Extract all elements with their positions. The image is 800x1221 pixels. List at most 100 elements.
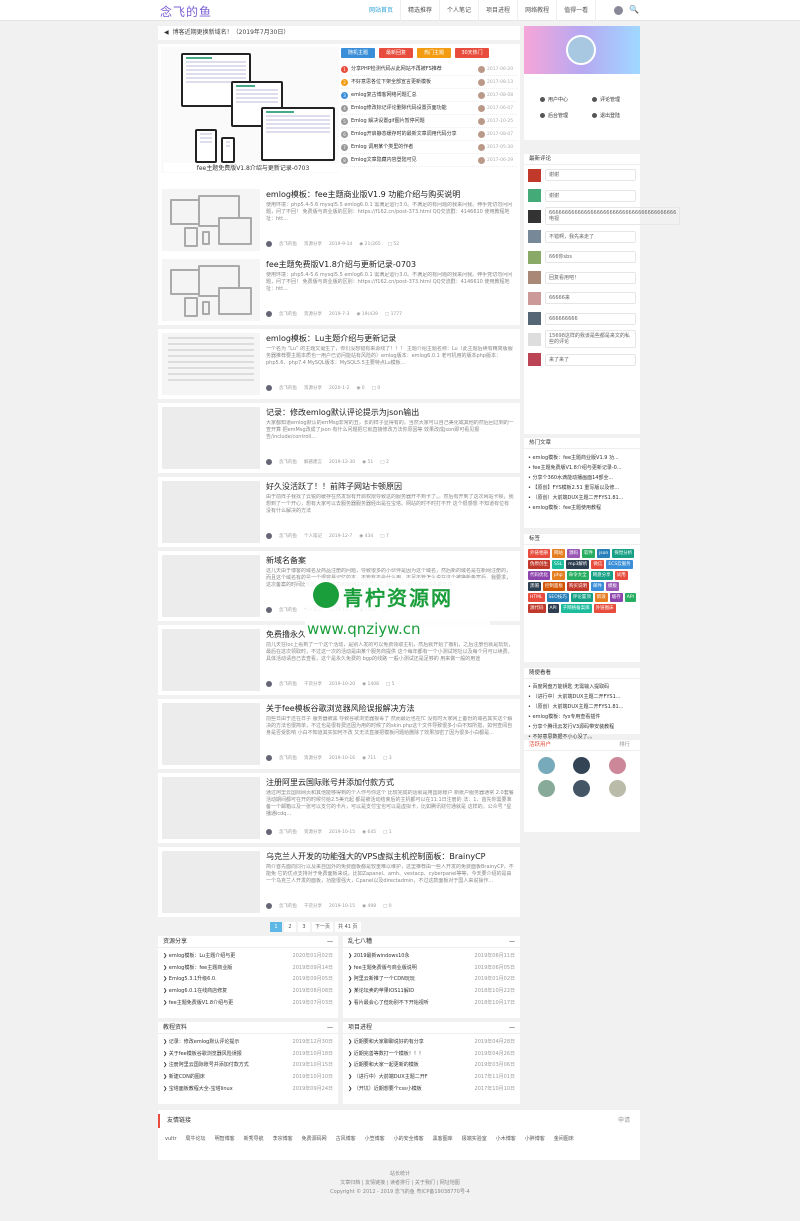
box-row[interactable]: ❯ 宝塔面板教程大全-宝塔linux 2019年09月24日	[158, 1084, 338, 1096]
post-category[interactable]: 干货分享	[304, 903, 322, 909]
comment-item[interactable]: 15698这样的我该是些都是来文的私些的评论	[524, 329, 640, 350]
comment-text[interactable]: 来了来了	[545, 353, 636, 366]
row-title[interactable]: ❯ 近期要和大家一起更新的模板	[348, 1060, 419, 1072]
tag[interactable]: 外链图床	[593, 604, 616, 613]
post-title[interactable]: 记录：修改emlog默认评论提示为json输出	[266, 407, 419, 418]
row-title[interactable]: ❯ 新建CDN的图床	[163, 1072, 205, 1084]
tag[interactable]: 代码优化	[528, 571, 550, 580]
friend-link[interactable]: 小胖博客	[525, 1134, 545, 1145]
post-title[interactable]: 关于fee模板谷歌浏览器风险误报解决方法	[266, 703, 415, 714]
post-title[interactable]: fee主题免费版V1.8介绍与更新记录-0703	[266, 259, 416, 270]
box-row[interactable]: ❯ 近期完善等数打一个模板！！！ 2019年04月26日	[343, 1049, 520, 1061]
comment-text[interactable]: 回复看用吧！	[545, 271, 636, 284]
friend-link[interactable]: 黑客图库	[433, 1134, 453, 1145]
box-row[interactable]: ❯ emlog模板：fee主题商业版 2019年09月14日	[158, 963, 338, 975]
row-title[interactable]: ❯ Emlog5.3.1升级6.0.	[163, 974, 217, 986]
post-thumbnail[interactable]	[162, 851, 260, 913]
box-row[interactable]: ❯ fee主题免费版与商业版说明 2019年06月05日	[343, 963, 520, 975]
comment-item[interactable]: 不错啊，我先来走了	[524, 227, 640, 248]
post-title[interactable]: 新域名备案	[266, 555, 306, 566]
row-title[interactable]: ❯ 近期完善等数打一个模板！！！	[348, 1049, 424, 1061]
row-title[interactable]: ❯ 记录：修改emlog默认评论提示	[163, 1037, 239, 1049]
row-title[interactable]: ❯ （开坑）近期想要个css小模板	[348, 1084, 422, 1096]
hero-list-item[interactable]: 4 Emlog修改标记评论删除代码设置页面功能 2017-06-07	[341, 102, 517, 115]
random-post-link[interactable]: • （原创）大前端DUX主题二开FYS1.81...	[524, 702, 640, 712]
tag[interactable]: 购买说明	[567, 582, 589, 591]
tag[interactable]: mp3解析	[566, 560, 590, 569]
box-row[interactable]: ❯ 某论坛卖的苹果IOS11解ID 2018年10月22日	[343, 986, 520, 998]
menu-item[interactable]: 网络教程	[518, 0, 558, 21]
notice-text[interactable]: 博客近期更换新域名！（2019年7月30日）	[173, 29, 290, 36]
box-row[interactable]: ❯ 2019最新windows10永 2019年06月11日	[343, 951, 520, 963]
row-title[interactable]: ❯ （进行中）大前端DUX主题二开F	[348, 1072, 428, 1084]
tag[interactable]: 外链相册	[528, 549, 550, 558]
post-thumbnail[interactable]	[162, 481, 260, 543]
page-link[interactable]: 3	[298, 922, 310, 932]
comment-text[interactable]: 666666666	[545, 312, 636, 325]
user-center-link[interactable]: 用户中心	[540, 96, 568, 103]
comment-text[interactable]: 15698这样的我该是些都是来文的私些的评论	[545, 330, 636, 349]
user-avatar[interactable]	[573, 757, 591, 774]
tag[interactable]: 网盘分享	[590, 571, 613, 580]
tag[interactable]: API	[624, 593, 636, 602]
hero-tab[interactable]: 30天热门	[455, 48, 489, 58]
site-logo[interactable]: 念飞的鱼	[160, 3, 212, 20]
comment-item[interactable]: 66666来	[524, 288, 640, 309]
row-title[interactable]: ❯ emlog6.0.1在线商店修复	[163, 986, 227, 998]
page-link[interactable]: 1	[270, 922, 282, 932]
tag[interactable]: 缓存	[609, 593, 623, 602]
hero-list-item[interactable]: 6 Emlog开启静态缓存时的最新文章调用代码分享 2017-08-07	[341, 128, 517, 141]
post-thumbnail[interactable]	[162, 333, 260, 395]
comment-text[interactable]: 不错啊，我先来走了	[545, 230, 636, 243]
post-title[interactable]: 注册阿里云国际账号并添加付款方式	[266, 777, 394, 788]
item-title[interactable]: 不好意思各位下架全部宣言更新模板	[351, 76, 476, 89]
user-avatar-large[interactable]	[566, 35, 596, 65]
random-post-link[interactable]: • （进行中）大前端DUX主题二开FYS1...	[524, 692, 640, 702]
box-more[interactable]: —	[509, 1022, 515, 1033]
logout-link[interactable]: 退出登陆	[592, 112, 620, 119]
menu-item[interactable]: 网站首页	[362, 0, 402, 21]
comment-item[interactable]: 谢谢	[524, 186, 640, 207]
tag[interactable]: HTML	[528, 593, 545, 602]
hero-list-item[interactable]: 2 不好意思各位下架全部宣言更新模板 2017-08-13	[341, 76, 517, 89]
post-author[interactable]: 念飞的鱼	[279, 311, 297, 317]
post-author[interactable]: 念飞的鱼	[279, 903, 297, 909]
post-author[interactable]: 念飞的鱼	[279, 755, 297, 761]
friend-link[interactable]: 李宗博客	[273, 1134, 293, 1145]
post-thumbnail[interactable]	[162, 703, 260, 765]
hero-list-item[interactable]: 1 分享PHP检测代码从此网站不再被FS推荐 2017-06-20	[341, 63, 517, 76]
comment-item[interactable]: 666666666	[524, 309, 640, 330]
comment-item[interactable]: 6666666666666666666666666666666666666666…	[524, 206, 681, 227]
friend-link[interactable]: 极端实验室	[462, 1134, 487, 1145]
box-row[interactable]: ❯ 阿里云新推了一个CDN玩玩 2019年01月02日	[343, 974, 520, 986]
hero-tab[interactable]: 最新回复	[379, 48, 413, 58]
menu-item[interactable]: 值得一看	[557, 0, 597, 21]
item-title[interactable]: Emlog开启静态缓存时的最新文章调用代码分享	[351, 128, 476, 141]
box-row[interactable]: ❯ 关于fee模板谷歌浏览器风险误报 2019年10月18日	[158, 1049, 338, 1061]
box-row[interactable]: ❯ 注册阿里云国际账号并添加付款方式 2019年10月15日	[158, 1060, 338, 1072]
row-title[interactable]: ❯ 看片最会心了但劝别不下开始视听	[348, 998, 429, 1010]
hot-post-link[interactable]: • 【原创】FYS模板2.51 重写版以及修...	[524, 483, 640, 493]
post-author[interactable]: 念飞的鱼	[279, 459, 297, 465]
box-more[interactable]: —	[509, 936, 515, 947]
user-avatar[interactable]	[614, 6, 623, 15]
post-category[interactable]: 资源分享	[304, 311, 322, 317]
tag[interactable]: 试用	[614, 571, 628, 580]
tag[interactable]: API	[547, 604, 559, 613]
comment-text[interactable]: 谢谢	[545, 189, 636, 202]
post-title[interactable]: emlog模板：Lu主题介绍与更新记录	[266, 333, 396, 344]
comment-item[interactable]: 谢谢	[524, 165, 640, 186]
post-title[interactable]: 免费撸永久	[266, 629, 306, 640]
hot-post-link[interactable]: • （原创）大前端DUX主题二开FYS1.81...	[524, 493, 640, 503]
comment-manage-link[interactable]: 评论管理	[592, 96, 620, 103]
tag[interactable]: 网站	[552, 549, 565, 558]
post-thumbnail[interactable]	[162, 555, 260, 617]
box-row[interactable]: ❯ 记录：修改emlog默认评论提示 2019年12月30日	[158, 1037, 338, 1049]
post-author[interactable]: 念飞的鱼	[279, 385, 297, 391]
post-author[interactable]: 念飞的鱼	[279, 829, 297, 835]
box-row[interactable]: ❯ （进行中）大前端DUX主题二开F 2017年11月01日	[343, 1072, 520, 1084]
row-title[interactable]: ❯ fee主题免费版V1.8介绍与更	[163, 998, 233, 1010]
post-thumbnail[interactable]	[162, 259, 260, 321]
comment-item[interactable]: 回复看用吧！	[524, 268, 640, 289]
friend-link[interactable]: 小笠博客	[365, 1134, 385, 1145]
